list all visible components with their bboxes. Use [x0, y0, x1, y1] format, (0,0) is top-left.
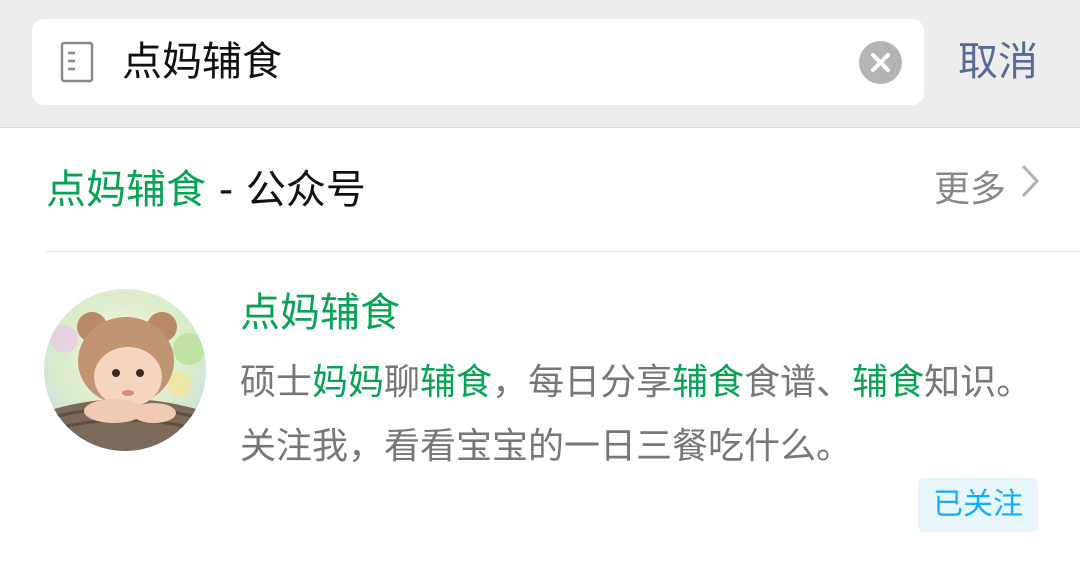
description-text: 硕士	[240, 362, 313, 403]
description-text: 聊	[384, 362, 421, 403]
description-highlight: 辅食	[852, 362, 925, 403]
account-description: 硕士妈妈聊辅食，每日分享辅食食谱、辅食知识。关注我，看看宝宝的一日三餐吃什么。	[240, 351, 1040, 479]
section-title: 点妈辅食 - 公众号	[46, 128, 366, 252]
section-title-highlight: 点妈辅食	[46, 167, 206, 213]
section-title-type: - 公众号	[206, 167, 366, 213]
document-icon	[60, 41, 94, 83]
clear-icon[interactable]	[859, 41, 902, 84]
search-input[interactable]: 点妈辅食	[122, 19, 842, 105]
search-box[interactable]: 点妈辅食	[32, 19, 924, 105]
description-highlight: 辅食	[672, 362, 745, 403]
description-highlight: 辅食	[420, 362, 493, 403]
section-header: 点妈辅食 - 公众号 更多	[46, 128, 1080, 252]
more-label: 更多	[933, 169, 1006, 210]
followed-badge: 已关注	[918, 478, 1038, 532]
description-highlight: 妈妈	[312, 362, 385, 403]
more-link[interactable]: 更多	[934, 128, 1040, 252]
account-name: 点妈辅食	[240, 290, 400, 336]
account-result-row[interactable]: 点妈辅食 硕士妈妈聊辅食，每日分享辅食食谱、辅食知识。关注我，看看宝宝的一日三餐…	[0, 253, 1080, 565]
description-text: ，每日分享	[492, 362, 673, 403]
cancel-button[interactable]: 取消	[958, 19, 1038, 105]
chevron-right-icon	[1020, 126, 1040, 250]
search-bar: 点妈辅食 取消	[0, 0, 1080, 128]
avatar	[44, 289, 206, 451]
description-text: 食谱、	[744, 362, 853, 403]
